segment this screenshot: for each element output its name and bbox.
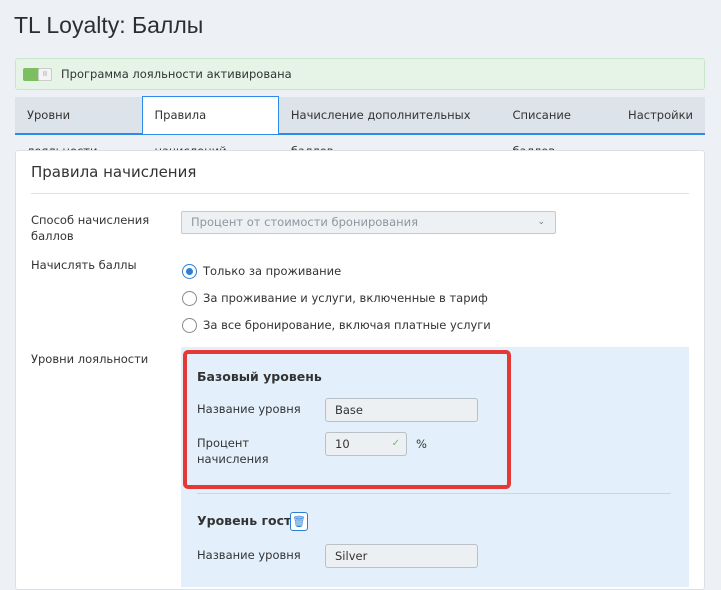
percent-label-line2: начисления: [197, 452, 269, 466]
percent-value: 10: [335, 437, 350, 451]
guest-level-title: Уровень гостя: [197, 513, 300, 528]
divider: [31, 193, 689, 194]
levels-label: Уровни лояльности: [31, 352, 149, 366]
percent-label-line1: Процент: [197, 436, 250, 450]
base-percent-input[interactable]: 10 ✓: [325, 432, 407, 456]
accrual-method-select[interactable]: Процент от стоимости бронирования ⌄: [181, 211, 556, 234]
trash-icon: 🗑: [292, 515, 306, 528]
tab-settings[interactable]: Настройки: [616, 97, 705, 133]
tab-extra-points[interactable]: Начисление дополнительных баллов: [279, 97, 501, 158]
radio-stay-and-included[interactable]: [182, 291, 197, 306]
guest-level-name-input[interactable]: Silver: [325, 544, 478, 568]
radio-whole-booking[interactable]: [182, 318, 197, 333]
check-icon: ✓: [391, 438, 400, 449]
tab-accrual-rules[interactable]: Правила начислений: [141, 96, 279, 158]
base-level-title: Базовый уровень: [197, 369, 322, 384]
level-name-label: Название уровня: [197, 402, 301, 416]
delete-level-button[interactable]: 🗑: [290, 512, 308, 531]
radio-label: За все бронирование, включая платные усл…: [203, 318, 491, 332]
banner-text: Программа лояльности активирована: [61, 67, 292, 81]
accrue-label: Начислять баллы: [31, 258, 137, 272]
method-label: Способ начисления баллов: [31, 212, 149, 244]
percent-label: Процент начисления: [197, 435, 269, 467]
radio-stay-only[interactable]: [182, 264, 197, 279]
section-title: Правила начисления: [31, 163, 197, 181]
loyalty-status-banner: II Программа лояльности активирована: [15, 58, 705, 90]
toggle-knob-icon: II: [38, 68, 52, 81]
page-title: TL Loyalty: Баллы: [14, 12, 204, 38]
method-label-line2: баллов: [31, 229, 74, 243]
radio-label: За проживание и услуги, включенные в тар…: [203, 291, 488, 305]
select-value: Процент от стоимости бронирования: [191, 215, 419, 229]
tabs-bar: Уровни лояльности Правила начислений Нач…: [15, 96, 705, 158]
radio-label: Только за проживание: [203, 264, 342, 278]
tab-points-writeoff[interactable]: Списание баллов: [500, 97, 616, 158]
level-name-label: Название уровня: [197, 548, 301, 562]
level-divider: [197, 493, 671, 494]
chevron-down-icon: ⌄: [537, 217, 545, 227]
percent-unit: %: [416, 437, 427, 451]
loyalty-toggle[interactable]: II: [23, 68, 52, 81]
method-label-line1: Способ начисления: [31, 213, 150, 227]
base-level-name-input[interactable]: Base: [325, 398, 478, 422]
tab-loyalty-levels[interactable]: Уровни лояльности: [15, 97, 142, 158]
